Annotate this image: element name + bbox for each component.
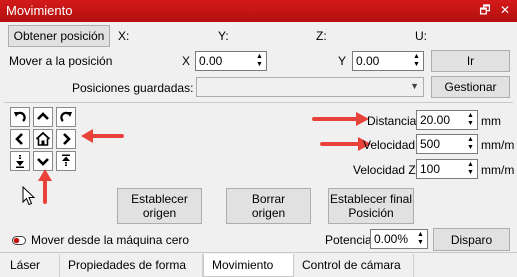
power-label: Potencia (325, 233, 372, 247)
set-final-position-button[interactable]: Establecer final Posición (328, 188, 414, 224)
spin-down-icon[interactable]: ▼ (254, 61, 265, 69)
move-from-zero-label: Mover desde la máquina cero (31, 233, 190, 247)
z-up-icon (62, 154, 70, 166)
saved-positions-label: Posiciones guardadas: (72, 81, 194, 95)
spin-up-icon[interactable]: ▲ (415, 231, 426, 239)
clear-origin-button[interactable]: Borrar origen (226, 188, 311, 224)
move-from-zero-toggle[interactable] (12, 234, 26, 245)
y-position-label: Y: (218, 29, 229, 43)
fire-laser-button[interactable]: Disparo (433, 228, 510, 251)
tab-shape-properties[interactable]: Propiedades de forma (60, 254, 203, 277)
distance-value: 20.00 (420, 113, 451, 127)
tab-camera-control[interactable]: Control de cámara (294, 254, 414, 277)
jog-rotate-ccw[interactable] (10, 107, 30, 127)
rotate-ccw-icon (14, 111, 26, 122)
arrow-down-icon (37, 158, 49, 166)
spin-down-icon[interactable]: ▼ (411, 61, 422, 69)
home-icon (35, 131, 51, 146)
distance-unit: mm (481, 114, 501, 128)
annotation-arrow-icon (38, 169, 52, 204)
title-bar: Movimiento 🗗 ✕ (0, 0, 517, 22)
spin-down-icon[interactable]: ▼ (415, 239, 426, 247)
speed-z-unit: mm/m (481, 163, 515, 177)
jog-up[interactable] (33, 107, 53, 127)
tab-laser[interactable]: Láser (2, 254, 60, 277)
divider (4, 102, 513, 103)
annotation-arrow-icon (312, 112, 369, 126)
mouse-cursor-icon (22, 186, 36, 206)
saved-positions-select[interactable]: ▼ (196, 77, 424, 97)
distance-field[interactable]: 20.00 ▲ ▼ (416, 110, 478, 130)
move-to-label: Mover a la posición (9, 54, 113, 68)
arrow-up-icon (37, 112, 49, 120)
power-field[interactable]: 0.00% ▲ ▼ (370, 229, 428, 249)
go-button[interactable]: Ir (431, 50, 510, 72)
close-icon[interactable]: ✕ (498, 3, 512, 17)
spin-down-icon[interactable]: ▼ (465, 144, 476, 152)
toggle-switch-icon (12, 236, 26, 245)
tab-movement[interactable]: Movimiento (203, 254, 294, 277)
manage-button[interactable]: Gestionar (431, 76, 510, 98)
spin-up-icon[interactable]: ▲ (465, 161, 476, 169)
jog-z-up[interactable] (56, 151, 76, 171)
spin-up-icon[interactable]: ▲ (254, 53, 265, 61)
speed-z-value: 100 (420, 162, 441, 176)
spin-up-icon[interactable]: ▲ (465, 112, 476, 120)
jog-rotate-cw[interactable] (56, 107, 76, 127)
distance-label: Distancia (367, 114, 417, 128)
jog-right[interactable] (56, 129, 76, 149)
jog-home[interactable] (33, 129, 53, 149)
move-y-label: Y (338, 54, 347, 68)
power-value: 0.00% (374, 232, 409, 246)
u-position-label: U: (415, 29, 427, 43)
spin-up-icon[interactable]: ▲ (465, 136, 476, 144)
speed-z-label: Velocidad Z (353, 163, 416, 177)
restore-icon[interactable]: 🗗 (478, 3, 492, 17)
set-origin-button[interactable]: Establecer origen (117, 188, 202, 224)
chevron-down-icon: ▼ (410, 81, 419, 91)
x-position-label: X: (118, 29, 130, 43)
speed-unit: mm/m (481, 138, 515, 152)
jog-z-down[interactable] (10, 151, 30, 171)
get-position-button[interactable]: Obtener posición (8, 25, 110, 47)
z-down-icon (16, 155, 24, 168)
move-y-field[interactable]: 0.00 ▲ ▼ (352, 51, 424, 71)
speed-label: Velocidad (363, 138, 416, 152)
move-x-label: X (182, 54, 191, 68)
annotation-arrow-icon (81, 129, 124, 143)
z-position-label: Z: (316, 29, 327, 43)
speed-field[interactable]: 500 ▲ ▼ (416, 134, 478, 154)
window-title: Movimiento (6, 3, 73, 18)
move-x-field[interactable]: 0.00 ▲ ▼ (195, 51, 267, 71)
spin-down-icon[interactable]: ▼ (465, 169, 476, 177)
spin-up-icon[interactable]: ▲ (411, 53, 422, 61)
jog-left[interactable] (10, 129, 30, 149)
arrow-right-icon (63, 133, 71, 145)
tab-bar: Láser Propiedades de forma Movimiento Co… (0, 252, 517, 277)
spin-down-icon[interactable]: ▼ (465, 120, 476, 128)
move-y-value: 0.00 (356, 54, 380, 68)
speed-value: 500 (420, 137, 441, 151)
rotate-cw-icon (60, 111, 72, 122)
speed-z-field[interactable]: 100 ▲ ▼ (416, 159, 478, 179)
arrow-left-icon (15, 133, 23, 145)
move-x-value: 0.00 (199, 54, 223, 68)
